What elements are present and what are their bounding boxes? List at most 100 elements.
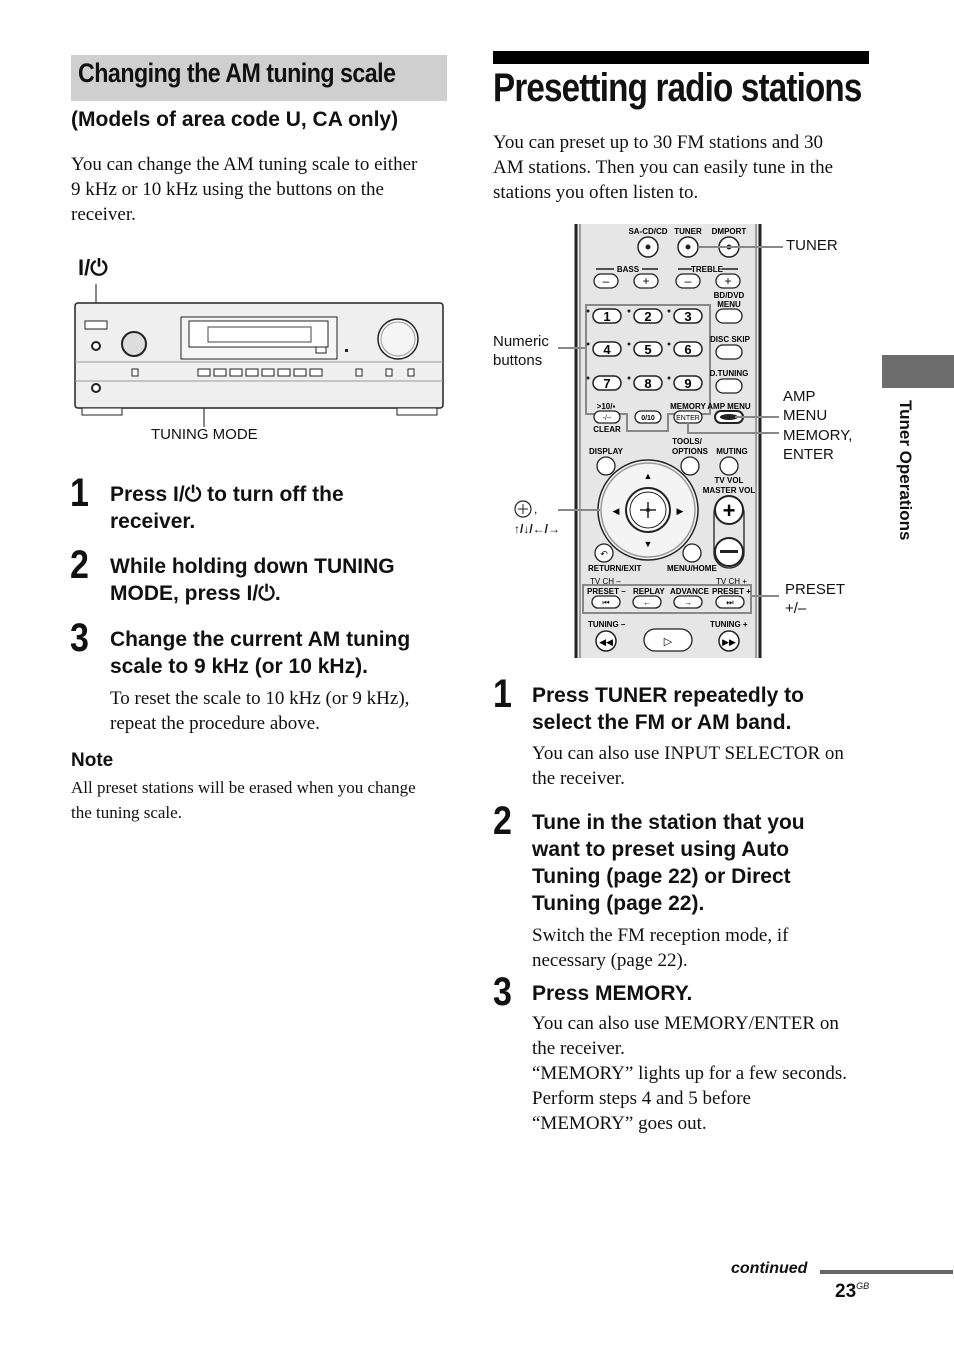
intro-line: 9 kHz or 10 kHz using the buttons on the	[71, 179, 384, 200]
svg-text:ADVANCE: ADVANCE	[670, 587, 710, 596]
bass-label: BASS	[617, 265, 640, 274]
note-line: All preset stations will be erased when …	[71, 778, 416, 797]
clear-label: CLEAR	[593, 425, 621, 434]
step-number: 3	[70, 616, 89, 660]
step-heading-line: Change the current AM tuning	[110, 628, 411, 651]
d-tuning-button	[715, 378, 743, 394]
preset-callout: PRESET +/–	[785, 580, 845, 618]
left-arrow-icon: ◀	[613, 506, 620, 516]
menu-home-button	[682, 543, 702, 563]
step-heading-line: While holding down TUNING	[110, 555, 395, 578]
receiver-foot-left	[81, 407, 123, 416]
up-arrow-icon: ▲	[644, 471, 653, 481]
step-heading-line: scale to 9 kHz (or 10 kHz).	[110, 655, 368, 678]
numeric-button-label: 6	[684, 342, 691, 357]
step-heading-line: want to preset using Auto	[532, 838, 790, 861]
page-number: 23GB	[835, 1281, 869, 1303]
svg-text:ENTER: ENTER	[676, 415, 700, 422]
svg-text:MENU: MENU	[717, 300, 741, 309]
step-body: You can also use MEMORY/ENTER on the rec…	[532, 1011, 877, 1136]
skip-back-icon: ⏮	[602, 598, 609, 607]
step-heading: While holding down TUNING MODE, press I/…	[110, 553, 450, 607]
step-body-line: “MEMORY” goes out.	[532, 1113, 707, 1134]
tuning-mode-callout: TUNING MODE	[151, 426, 258, 443]
numeric-button-label: 1	[603, 309, 610, 324]
tools-options-button	[680, 456, 700, 476]
step-body-line: To reset the scale to 10 kHz (or 9 kHz),	[110, 688, 410, 709]
svg-text:OPTIONS: OPTIONS	[672, 447, 709, 456]
step-body-line: You can also use INPUT SELECTOR on	[532, 743, 844, 764]
step-body-line: You can also use MEMORY/ENTER on	[532, 1013, 839, 1034]
tv-vol-label: TV VOL	[715, 476, 744, 485]
numeric-button-dot	[667, 376, 671, 380]
svg-text:0/10: 0/10	[641, 415, 655, 422]
display-button	[355, 368, 363, 377]
svg-text:,: ,	[534, 502, 537, 516]
numeric-button-label: 4	[603, 342, 611, 357]
power-symbol-label: I/⏻	[78, 255, 108, 280]
step-heading: Tune in the station that you want to pre…	[532, 809, 877, 917]
step-body-line: Switch the FM reception mode, if	[532, 925, 789, 946]
page-suffix: GB	[856, 1281, 870, 1291]
numeric-button-dot	[627, 342, 631, 346]
section-heading: Changing the AM tuning scale	[78, 58, 396, 88]
callout-line: ENTER	[783, 446, 834, 463]
tuner-callout: TUNER	[786, 237, 838, 254]
svg-text:-/--: -/--	[603, 415, 613, 422]
note-line: the tuning scale.	[71, 803, 182, 822]
speakers-jack	[91, 341, 101, 351]
step-heading-line: Press MEMORY.	[532, 982, 693, 1005]
numeric-button-label: 9	[684, 376, 691, 391]
bddvd-menu-button	[715, 308, 743, 324]
svg-text:PRESET +: PRESET +	[712, 587, 751, 596]
arrows-callout: ↑/↓/←/→	[514, 522, 561, 536]
step-body-line: the receiver.	[532, 768, 625, 789]
callout-line: Numeric	[493, 333, 549, 350]
step-body: To reset the scale to 10 kHz (or 9 kHz),…	[110, 686, 455, 736]
svg-text:+: +	[642, 274, 649, 288]
step-heading: Change the current AM tuning scale to 9 …	[110, 626, 450, 680]
tuner-label: TUNER	[674, 227, 702, 236]
phones-jack	[91, 383, 101, 393]
svg-text:+: +	[724, 274, 731, 288]
numeric-buttons-callout: Numeric buttons	[493, 332, 549, 370]
rewind-icon: ◀◀	[599, 637, 613, 647]
continued-label: continued	[731, 1260, 808, 1277]
note-heading: Note	[71, 750, 114, 771]
numeric-button-label: 2	[644, 309, 651, 324]
disc-skip-label: DISC SKIP	[710, 335, 751, 344]
step-body-line: the receiver.	[532, 1038, 625, 1059]
right-intro: You can preset up to 30 FM stations and …	[493, 130, 883, 205]
intro-line: AM stations. Then you can easily tune in…	[493, 157, 834, 178]
bddvd-label: BD/DVD	[714, 291, 745, 300]
svg-text:MASTER VOL: MASTER VOL	[703, 486, 756, 495]
step-body-line: Perform steps 4 and 5 before	[532, 1088, 751, 1109]
sacd-label: SA-CD/CD	[628, 227, 667, 236]
numeric-button-dot	[586, 342, 590, 346]
step-number: 2	[493, 799, 512, 843]
d-tuning-label: D.TUNING	[710, 369, 749, 378]
master-volume-knob	[377, 318, 419, 360]
numeric-button-dot	[627, 309, 631, 313]
step-heading-line: Tuning (page 22).	[532, 892, 705, 915]
numeric-button-dot	[627, 376, 631, 380]
callout-line: PRESET	[785, 581, 846, 598]
intro-line: receiver.	[71, 204, 136, 225]
dimmer-button	[385, 368, 393, 377]
callout-line: +/–	[785, 600, 807, 617]
numeric-button-dot	[586, 309, 590, 313]
step-body-line: necessary (page 22).	[532, 950, 688, 971]
numeric-button-label: 3	[684, 309, 691, 324]
receiver-front-panel-figure	[74, 284, 444, 427]
memory-enter-callout: MEMORY, ENTER	[783, 426, 852, 464]
step-body-line: repeat the procedure above.	[110, 713, 320, 734]
input-selector-knob	[121, 331, 147, 357]
return-exit-label: RETURN/EXIT	[588, 564, 641, 573]
step-heading: Press I/⏻ to turn off the receiver.	[110, 481, 450, 535]
disc-skip-button	[715, 344, 743, 360]
skip-forward-icon: ⏭	[726, 598, 733, 607]
intro-line: You can change the AM tuning scale to ei…	[71, 154, 418, 175]
step-body-line: “MEMORY” lights up for a few seconds.	[532, 1063, 848, 1084]
chapter-tab-label: Tuner Operations	[893, 400, 917, 570]
step-heading-line: Tune in the station that you	[532, 811, 805, 834]
